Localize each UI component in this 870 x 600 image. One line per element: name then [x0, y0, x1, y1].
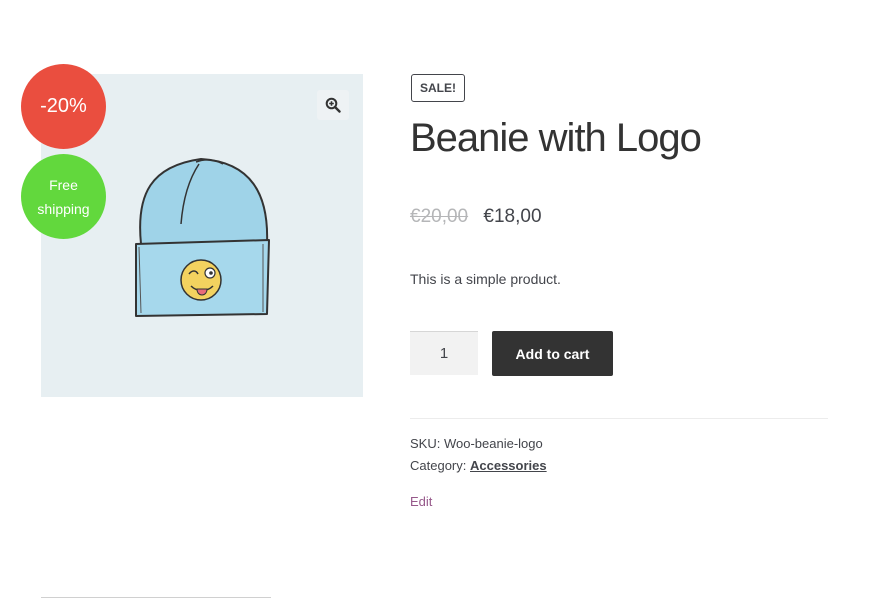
zoom-button[interactable]	[317, 90, 349, 120]
discount-badge-label: -20%	[40, 95, 87, 117]
free-shipping-badge: Free shipping	[21, 154, 106, 239]
price-sale: €18,00	[483, 206, 542, 227]
category-meta: Category: Accessories	[410, 458, 547, 473]
quantity-input[interactable]	[410, 331, 478, 375]
discount-badge: -20%	[21, 64, 106, 149]
product-description: This is a simple product.	[410, 271, 561, 287]
category-label: Category:	[410, 458, 467, 473]
product-title: Beanie with Logo	[410, 116, 702, 160]
sku-label: SKU:	[410, 436, 441, 451]
sku-value: Woo-beanie-logo	[443, 436, 543, 451]
price-original: €20,00	[410, 206, 469, 227]
price: €20,00 €18,00	[410, 206, 542, 228]
sale-label: SALE!	[411, 74, 465, 102]
magnifier-plus-icon	[325, 97, 341, 113]
sku-meta: SKU: Woo-beanie-logo	[410, 436, 543, 451]
tabs-divider	[41, 597, 271, 598]
category-link[interactable]: Accessories	[470, 458, 547, 473]
add-to-cart-button[interactable]: Add to cart	[492, 331, 613, 376]
edit-link[interactable]: Edit	[410, 494, 432, 509]
divider	[410, 418, 828, 419]
free-shipping-badge-label: Free shipping	[37, 176, 90, 217]
